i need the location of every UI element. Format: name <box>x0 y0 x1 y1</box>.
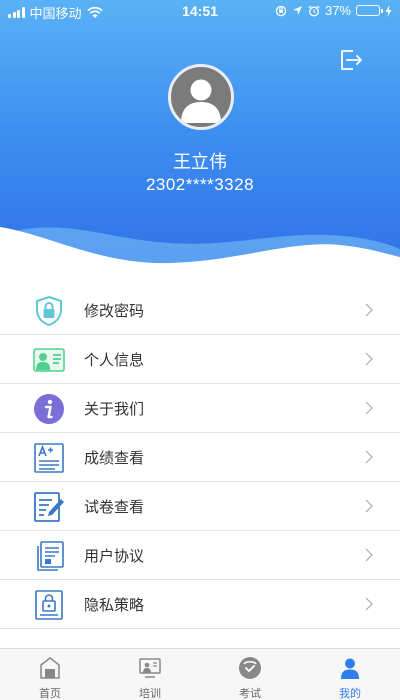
alarm-icon <box>308 5 320 16</box>
tab-label: 考试 <box>239 688 261 700</box>
menu-label: 个人信息 <box>84 352 145 369</box>
menu-item-privacy-policy[interactable]: 隐私策略 <box>0 580 400 629</box>
rotation-lock-icon <box>275 5 287 16</box>
tab-label: 我的 <box>339 688 361 700</box>
menu-item-change-password[interactable]: 修改密码 <box>0 286 400 335</box>
training-icon <box>139 658 161 678</box>
chevron-right-icon <box>365 401 373 415</box>
profile-header: 中国移动 14:51 37% 王立伟 2302****3328 <box>0 0 400 285</box>
privacy-icon <box>35 590 63 620</box>
home-icon <box>40 657 60 679</box>
profile-icon <box>341 658 359 679</box>
chevron-right-icon <box>365 597 373 611</box>
exam-icon <box>239 657 261 679</box>
tab-training[interactable]: 培训 <box>100 649 200 700</box>
id-card-icon <box>33 348 65 372</box>
battery-percent: 37% <box>324 3 351 18</box>
wave-decoration <box>0 227 400 285</box>
info-icon <box>34 394 64 424</box>
menu-item-personal-info[interactable]: 个人信息 <box>0 335 400 384</box>
tab-label: 培训 <box>139 688 161 700</box>
chevron-right-icon <box>365 450 373 464</box>
shield-lock-icon <box>36 295 62 327</box>
location-icon <box>292 6 302 15</box>
user-avatar-icon <box>181 79 221 123</box>
menu-label: 关于我们 <box>84 401 145 418</box>
agreement-icon <box>37 541 64 571</box>
charging-icon <box>385 4 392 17</box>
grade-icon <box>34 443 64 473</box>
menu-label: 用户协议 <box>84 548 145 565</box>
tab-profile[interactable]: 我的 <box>300 649 400 700</box>
tab-exam[interactable]: 考试 <box>200 649 300 700</box>
status-bar: 中国移动 14:51 37% <box>0 0 400 22</box>
menu-label: 修改密码 <box>84 303 145 320</box>
menu-item-user-agreement[interactable]: 用户协议 <box>0 531 400 580</box>
tab-home[interactable]: 首页 <box>0 649 100 700</box>
tab-label: 首页 <box>39 688 61 700</box>
menu-label: 成绩查看 <box>84 450 145 467</box>
battery-icon <box>356 5 383 16</box>
bottom-tab-bar: 首页 培训 考试 我的 <box>0 648 400 700</box>
menu-item-view-grades[interactable]: 成绩查看 <box>0 433 400 482</box>
menu-label: 试卷查看 <box>84 499 145 516</box>
logout-icon[interactable] <box>337 46 365 74</box>
menu-label: 隐私策略 <box>84 597 145 614</box>
user-id: 2302****3328 <box>145 175 255 194</box>
menu-item-view-exam-papers[interactable]: 试卷查看 <box>0 482 400 531</box>
user-name: 王立伟 <box>173 152 227 172</box>
exam-paper-icon <box>34 492 64 522</box>
avatar[interactable] <box>168 64 234 130</box>
chevron-right-icon <box>365 499 373 513</box>
chevron-right-icon <box>365 548 373 562</box>
chevron-right-icon <box>365 352 373 366</box>
menu-item-about-us[interactable]: 关于我们 <box>0 384 400 433</box>
chevron-right-icon <box>365 303 373 317</box>
settings-menu: 修改密码 个人信息 关于我们 成绩查看 试卷查看 用户协议 隐私策略 <box>0 286 400 629</box>
